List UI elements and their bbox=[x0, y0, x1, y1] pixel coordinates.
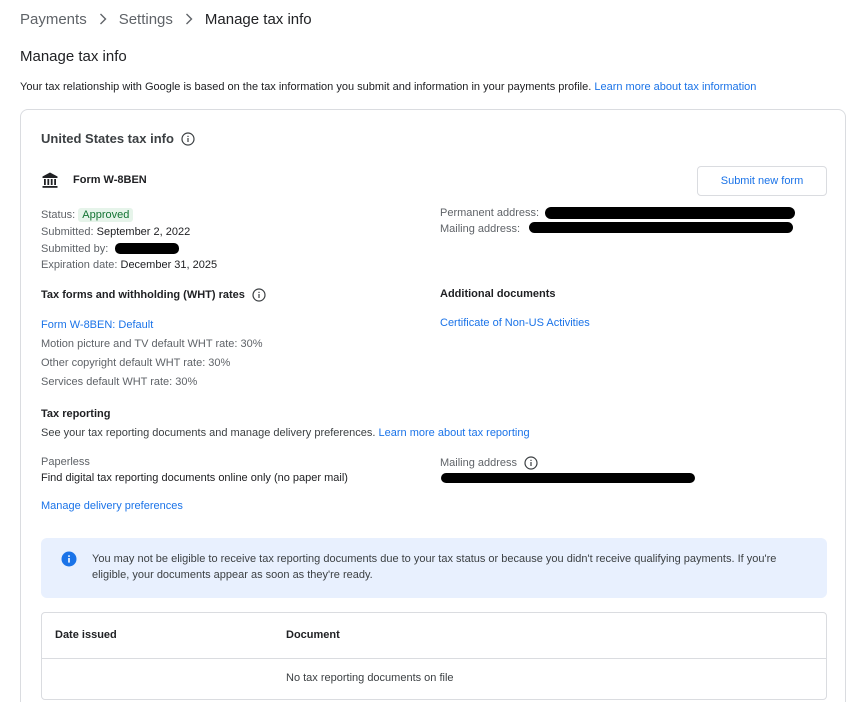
info-icon[interactable] bbox=[524, 456, 538, 470]
submitted-by-label: Submitted by: bbox=[41, 243, 109, 255]
status-row: Status: Approved bbox=[41, 208, 134, 222]
submitted-row: Submitted: September 2, 2022 bbox=[41, 226, 190, 238]
info-icon[interactable] bbox=[252, 288, 266, 302]
form-row: Form W-8BEN bbox=[41, 171, 147, 189]
submitted-by-row: Submitted by: bbox=[41, 243, 108, 255]
chevron-right-icon bbox=[184, 12, 194, 26]
wht-title-text: Tax forms and withholding (WHT) rates bbox=[41, 289, 245, 301]
expiration-label: Expiration date: bbox=[41, 259, 118, 271]
form-name: Form W-8BEN bbox=[73, 174, 147, 186]
mailing-address-label: Mailing address: bbox=[440, 223, 521, 235]
notice-text: You may not be eligible to receive tax r… bbox=[92, 553, 777, 581]
wht-rate-copyright: Other copyright default WHT rate: 30% bbox=[41, 357, 231, 369]
info-filled-icon bbox=[61, 551, 77, 567]
eligibility-notice: You may not be eligible to receive tax r… bbox=[41, 538, 827, 598]
learn-more-tax-info-link[interactable]: Learn more about tax information bbox=[594, 81, 756, 93]
tax-reporting-desc: See your tax reporting documents and man… bbox=[41, 427, 530, 439]
reporting-mailing-address-row: Mailing address bbox=[440, 456, 538, 470]
intro-text: Your tax relationship with Google is bas… bbox=[20, 81, 592, 93]
expiration-row: Expiration date: December 31, 2025 bbox=[41, 259, 217, 271]
redacted-submitted-by bbox=[115, 243, 179, 254]
additional-documents-title: Additional documents bbox=[440, 288, 556, 300]
breadcrumb-settings[interactable]: Settings bbox=[119, 11, 173, 28]
column-document[interactable]: Document bbox=[286, 629, 340, 641]
submitted-label: Submitted: bbox=[41, 226, 94, 238]
expiration-value: December 31, 2025 bbox=[120, 259, 218, 271]
redacted-permanent-address bbox=[545, 207, 795, 219]
paperless-value: Find digital tax reporting documents onl… bbox=[41, 472, 348, 484]
card-title-text: United States tax info bbox=[41, 131, 174, 146]
bank-icon bbox=[41, 171, 59, 189]
certificate-non-us-link[interactable]: Certificate of Non-US Activities bbox=[440, 317, 590, 329]
status-label: Status: bbox=[41, 209, 76, 221]
tax-reporting-desc-text: See your tax reporting documents and man… bbox=[41, 427, 376, 439]
tax-reporting-title: Tax reporting bbox=[41, 408, 111, 420]
wht-rate-services: Services default WHT rate: 30% bbox=[41, 376, 198, 388]
paperless-label: Paperless bbox=[41, 456, 90, 468]
mailing-address-row: Mailing address: bbox=[440, 223, 520, 235]
table-header: Date issued Document bbox=[42, 613, 826, 659]
manage-delivery-preferences-link[interactable]: Manage delivery preferences bbox=[41, 500, 183, 512]
empty-state-text: No tax reporting documents on file bbox=[286, 672, 454, 684]
submitted-value: September 2, 2022 bbox=[96, 226, 191, 238]
chevron-right-icon bbox=[98, 12, 108, 26]
card-title: United States tax info bbox=[41, 131, 195, 146]
column-date-issued[interactable]: Date issued bbox=[55, 629, 117, 641]
page-intro: Your tax relationship with Google is bas… bbox=[20, 81, 756, 93]
info-icon[interactable] bbox=[181, 131, 195, 146]
wht-rate-motion-picture: Motion picture and TV default WHT rate: … bbox=[41, 338, 263, 350]
breadcrumb-current: Manage tax info bbox=[204, 10, 312, 28]
page-title: Manage tax info bbox=[20, 48, 127, 65]
wht-section-title: Tax forms and withholding (WHT) rates bbox=[41, 288, 266, 302]
redacted-mailing-address bbox=[529, 222, 793, 233]
reporting-mailing-label: Mailing address bbox=[440, 457, 518, 469]
permanent-address-row: Permanent address: bbox=[440, 207, 539, 219]
breadcrumb: Payments Settings Manage tax info bbox=[20, 9, 312, 29]
form-w8ben-default-link[interactable]: Form W-8BEN: Default bbox=[41, 319, 153, 331]
permanent-address-label: Permanent address: bbox=[440, 207, 540, 219]
breadcrumb-payments[interactable]: Payments bbox=[20, 11, 87, 28]
status-badge: Approved bbox=[78, 208, 134, 222]
submit-new-form-button[interactable]: Submit new form bbox=[697, 166, 827, 196]
us-tax-info-card: United States tax info Form W-8BEN Submi… bbox=[20, 109, 846, 702]
redacted-reporting-mailing-address bbox=[441, 473, 695, 483]
tax-documents-table: Date issued Document No tax reporting do… bbox=[41, 612, 827, 700]
learn-more-tax-reporting-link[interactable]: Learn more about tax reporting bbox=[379, 427, 530, 439]
